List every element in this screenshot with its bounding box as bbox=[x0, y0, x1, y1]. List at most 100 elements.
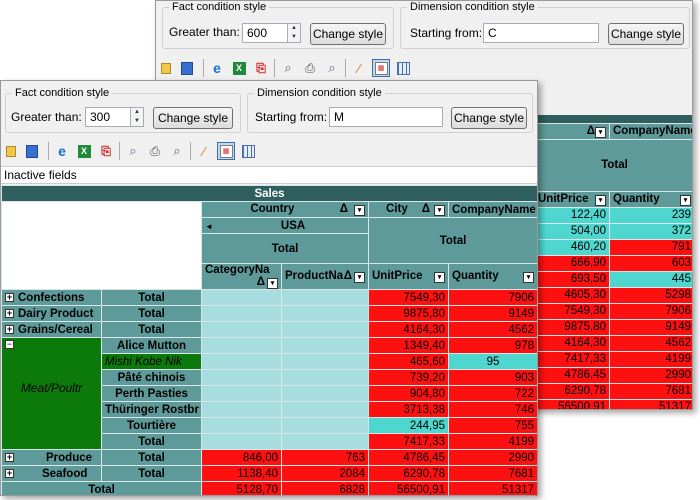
cell: 2990 bbox=[447, 449, 537, 466]
back-cell: 9875,80 bbox=[534, 318, 610, 336]
grid-icon[interactable] bbox=[239, 142, 257, 160]
calendar-icon[interactable]: ▦ bbox=[372, 59, 390, 77]
greater-than-label: Greater than: bbox=[169, 25, 240, 39]
save-icon[interactable] bbox=[26, 142, 44, 160]
cell: 7906 bbox=[447, 289, 537, 306]
back-cell: 4199 bbox=[609, 350, 692, 368]
print-icon[interactable]: ⎙ bbox=[301, 59, 319, 77]
browser-export-icon[interactable]: e bbox=[53, 142, 71, 160]
pdf-export-icon[interactable]: ⎘ bbox=[97, 142, 115, 160]
expand-icon[interactable]: + bbox=[5, 324, 14, 334]
cell bbox=[201, 369, 282, 386]
total-col-header: Total bbox=[367, 217, 537, 264]
save-icon[interactable] bbox=[181, 59, 199, 77]
expand-icon[interactable]: + bbox=[5, 292, 14, 302]
cell: 904,80 bbox=[368, 385, 449, 402]
back-toolbar: e X ⎘ ⌕ ⎙ ⌕ ⁄ ▦ bbox=[156, 55, 416, 81]
categoryname-header[interactable]: CategoryNa ▾ Δ bbox=[201, 263, 282, 290]
productname-header[interactable]: ProductNa ▾ Δ bbox=[281, 263, 369, 290]
product-pate-chinois[interactable]: Pâté chinois bbox=[101, 369, 202, 386]
fact-change-style-button[interactable]: Change style bbox=[153, 107, 233, 129]
usa-header[interactable]: ◄ USA bbox=[201, 217, 369, 234]
dimension-condition-legend: Dimension condition style bbox=[410, 1, 535, 13]
quantity-header[interactable]: Quantity ▾ bbox=[447, 263, 537, 290]
wand-icon[interactable]: ⁄ bbox=[195, 142, 213, 160]
zoom-icon[interactable]: ⌕ bbox=[279, 59, 297, 77]
zoom-icon[interactable]: ⌕ bbox=[124, 142, 142, 160]
open-icon[interactable] bbox=[159, 59, 177, 77]
greater-than-input[interactable] bbox=[242, 23, 288, 43]
print-preview-icon[interactable]: ⌕ bbox=[323, 59, 341, 77]
back-companyname-header[interactable]: CompanyName bbox=[609, 122, 692, 140]
cell: 9875,80 bbox=[368, 305, 449, 322]
pdf-export-icon[interactable]: ⎘ bbox=[252, 59, 270, 77]
expand-icon[interactable]: + bbox=[5, 468, 14, 478]
back-cell: 4164,30 bbox=[534, 334, 610, 352]
cell: 722 bbox=[447, 385, 537, 402]
back-cell: 666,90 bbox=[534, 254, 610, 272]
cell bbox=[281, 305, 369, 322]
dimension-change-style-button[interactable]: Change style bbox=[451, 107, 527, 129]
row-total-label: Total bbox=[101, 449, 202, 466]
expand-icon[interactable]: + bbox=[5, 308, 14, 318]
expand-icon[interactable]: + bbox=[5, 452, 14, 462]
city-header[interactable]: City ▾ Δ bbox=[368, 201, 449, 218]
browser-export-icon[interactable]: e bbox=[208, 59, 226, 77]
starting-from-input[interactable] bbox=[483, 23, 599, 43]
print-preview-icon[interactable]: ⌕ bbox=[168, 142, 186, 160]
usa-total-header: Total bbox=[201, 233, 369, 264]
country-header[interactable]: Country ▾ Δ bbox=[201, 201, 369, 218]
front-toolbar: e X ⎘ ⌕ ⎙ ⌕ ⁄ ▦ bbox=[1, 138, 261, 164]
category-grains[interactable]: + Grains/Cereal bbox=[1, 321, 102, 338]
back-quantity-header[interactable]: Quantity ▾ bbox=[609, 190, 692, 208]
back-cell: 7417,33 bbox=[534, 350, 610, 368]
back-cell: 791 bbox=[609, 238, 692, 256]
back-cell: 56500,91 bbox=[534, 398, 610, 409]
cell bbox=[201, 289, 282, 306]
greater-than-input[interactable] bbox=[85, 107, 131, 127]
open-icon[interactable] bbox=[4, 142, 22, 160]
greater-than-label: Greater than: bbox=[11, 110, 82, 124]
cell: 846,00 bbox=[201, 449, 282, 466]
unitprice-header[interactable]: UnitPrice ▾ bbox=[368, 263, 449, 290]
greater-than-spinner[interactable]: ▲ ▼ bbox=[287, 23, 301, 43]
product-mishi-kobe[interactable]: Mishi Kobe Nik bbox=[101, 353, 202, 370]
product-tourtiere[interactable]: Tourtière bbox=[101, 417, 202, 434]
inactive-fields-bar[interactable]: Inactive fields bbox=[1, 166, 537, 184]
cell bbox=[201, 385, 282, 402]
cell: 746 bbox=[447, 401, 537, 418]
category-meat[interactable]: − Meat/Poultr bbox=[1, 337, 102, 450]
category-confections[interactable]: + Confections bbox=[1, 289, 102, 306]
grid-icon[interactable] bbox=[394, 59, 412, 77]
product-perth-pasties[interactable]: Perth Pasties bbox=[101, 385, 202, 402]
back-cell: 372 bbox=[609, 222, 692, 240]
category-dairy[interactable]: + Dairy Product bbox=[1, 305, 102, 322]
back-sort-cell[interactable]: Δ ▾ bbox=[534, 122, 610, 140]
back-cell: 603 bbox=[609, 254, 692, 272]
product-alice-mutton[interactable]: Alice Mutton bbox=[101, 337, 202, 354]
product-thuringer[interactable]: Thüringer Rostbr bbox=[101, 401, 202, 418]
category-seafood[interactable]: + Seafood bbox=[1, 465, 102, 482]
cell: 56500,91 bbox=[368, 481, 449, 495]
cell: 7549,30 bbox=[368, 289, 449, 306]
companyname-header[interactable]: CompanyName bbox=[447, 201, 537, 218]
wand-icon[interactable]: ⁄ bbox=[350, 59, 368, 77]
cell bbox=[201, 305, 282, 322]
excel-export-icon[interactable]: X bbox=[230, 59, 248, 77]
cell: 51317 bbox=[447, 481, 537, 495]
calendar-icon[interactable]: ▦ bbox=[217, 142, 235, 160]
cell: 755 bbox=[447, 417, 537, 434]
cell bbox=[281, 321, 369, 338]
collapse-icon[interactable]: − bbox=[5, 340, 14, 350]
back-cell: 6290,78 bbox=[534, 382, 610, 400]
starting-from-input[interactable] bbox=[329, 107, 443, 127]
cell: 903 bbox=[447, 369, 537, 386]
dimension-change-style-button[interactable]: Change style bbox=[608, 23, 684, 45]
print-icon[interactable]: ⎙ bbox=[146, 142, 164, 160]
category-produce[interactable]: + Produce bbox=[1, 449, 102, 466]
fact-change-style-button[interactable]: Change style bbox=[310, 23, 386, 45]
greater-than-spinner[interactable]: ▲ ▼ bbox=[130, 107, 144, 127]
cell: 3713,38 bbox=[368, 401, 449, 418]
excel-export-icon[interactable]: X bbox=[75, 142, 93, 160]
back-unitprice-header[interactable]: UnitPrice ▾ bbox=[534, 190, 610, 208]
